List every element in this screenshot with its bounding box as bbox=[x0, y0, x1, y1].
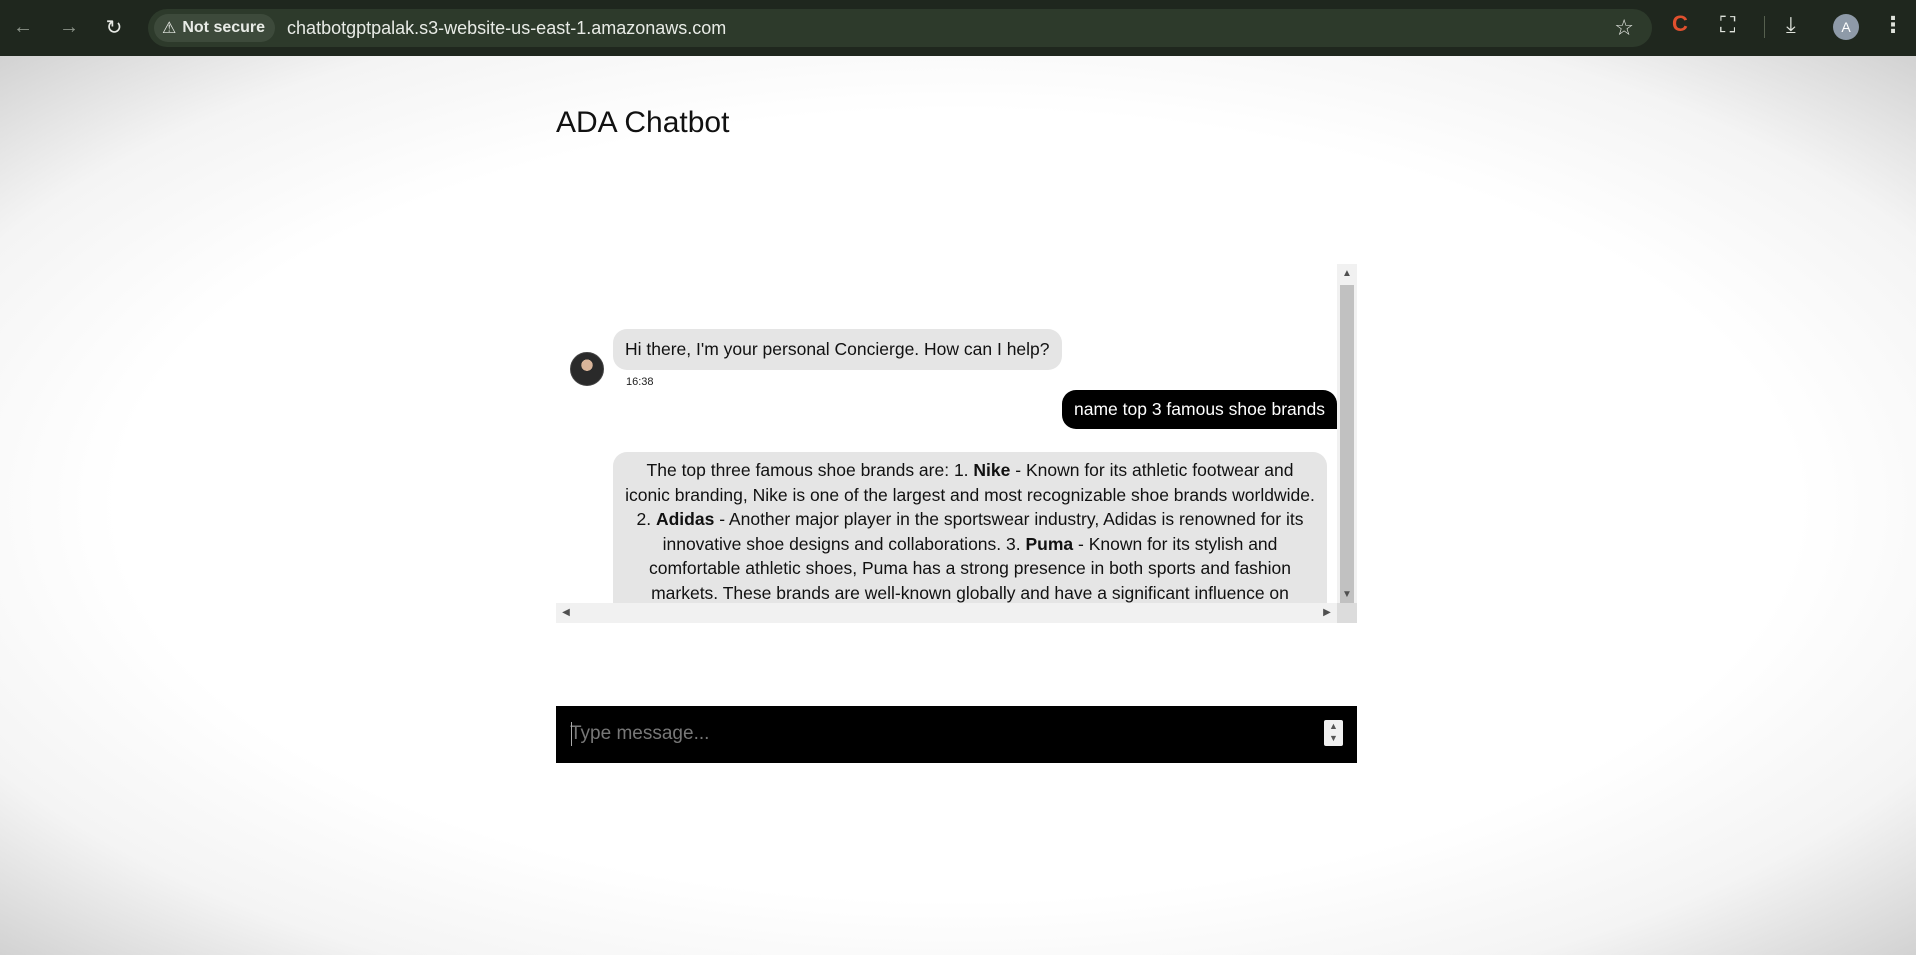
scroll-up-arrow-icon[interactable]: ▲ bbox=[1337, 268, 1357, 279]
scroll-right-arrow-icon[interactable]: ▶ bbox=[1317, 607, 1337, 618]
download-icon[interactable]: ⤓ bbox=[1786, 12, 1796, 38]
page-title: ADA Chatbot bbox=[556, 106, 730, 139]
reload-icon[interactable]: ↻ bbox=[97, 10, 131, 44]
composer-stepper[interactable]: ▲ ▼ bbox=[1324, 720, 1343, 746]
reply-text: The top three famous shoe brands are: 1. bbox=[646, 460, 974, 480]
back-arrow-icon[interactable]: ← bbox=[6, 10, 40, 44]
page-body: ADA Chatbot Hi there, I'm your personal … bbox=[0, 56, 1916, 955]
scroll-left-arrow-icon[interactable]: ◀ bbox=[556, 607, 576, 618]
user-message-bubble: name top 3 famous shoe brands bbox=[1062, 390, 1337, 429]
browser-toolbar: ← → ↻ ⚠ Not secure chatbotgptpalak.s3-we… bbox=[0, 0, 1916, 56]
forward-arrow-icon[interactable]: → bbox=[52, 10, 86, 44]
chat-window: Hi there, I'm your personal Concierge. H… bbox=[556, 264, 1357, 623]
url-text[interactable]: chatbotgptpalak.s3-website-us-east-1.ama… bbox=[287, 18, 726, 39]
message-composer: ▲▼ bbox=[556, 706, 1357, 763]
security-chip[interactable]: ⚠ Not secure bbox=[154, 14, 276, 42]
message-list: Hi there, I'm your personal Concierge. H… bbox=[556, 264, 1337, 623]
bot-greeting-text: Hi there, I'm your personal Concierge. H… bbox=[625, 339, 1050, 359]
security-label: Not secure bbox=[182, 19, 266, 36]
reply-brand-nike: Nike bbox=[973, 460, 1011, 480]
bot-message-bubble: Hi there, I'm your personal Concierge. H… bbox=[613, 329, 1062, 370]
message-input[interactable] bbox=[570, 716, 1270, 752]
reply-brand-adidas: Adidas bbox=[655, 509, 715, 529]
puzzle-icon[interactable]: ⛶ bbox=[1720, 12, 1735, 38]
bot-reply-bubble: The top three famous shoe brands are: 1.… bbox=[613, 452, 1327, 623]
profile-avatar[interactable]: A bbox=[1833, 14, 1859, 40]
scroll-down-arrow-icon[interactable]: ▼ bbox=[1337, 589, 1357, 600]
scrollbar-corner bbox=[1337, 603, 1357, 623]
scrollbar-thumb[interactable] bbox=[1340, 285, 1354, 623]
kebab-menu-icon[interactable]: ⋮ bbox=[1882, 12, 1904, 38]
extension-c-icon[interactable]: C bbox=[1672, 11, 1688, 37]
toolbar-divider bbox=[1764, 16, 1765, 38]
user-message-text: name top 3 famous shoe brands bbox=[1074, 399, 1325, 419]
horizontal-scrollbar[interactable]: ◀ ▶ bbox=[556, 603, 1337, 623]
reply-brand-puma: Puma bbox=[1025, 533, 1074, 554]
bot-avatar bbox=[570, 352, 604, 386]
warning-icon: ⚠ bbox=[162, 20, 177, 37]
star-icon[interactable]: ☆ bbox=[1614, 15, 1634, 41]
address-bar[interactable]: ⚠ Not secure chatbotgptpalak.s3-website-… bbox=[148, 9, 1652, 47]
message-timestamp: 16:38 bbox=[626, 376, 654, 388]
text-caret bbox=[571, 722, 572, 746]
vertical-scrollbar[interactable]: ▲ ▼ bbox=[1337, 264, 1357, 623]
